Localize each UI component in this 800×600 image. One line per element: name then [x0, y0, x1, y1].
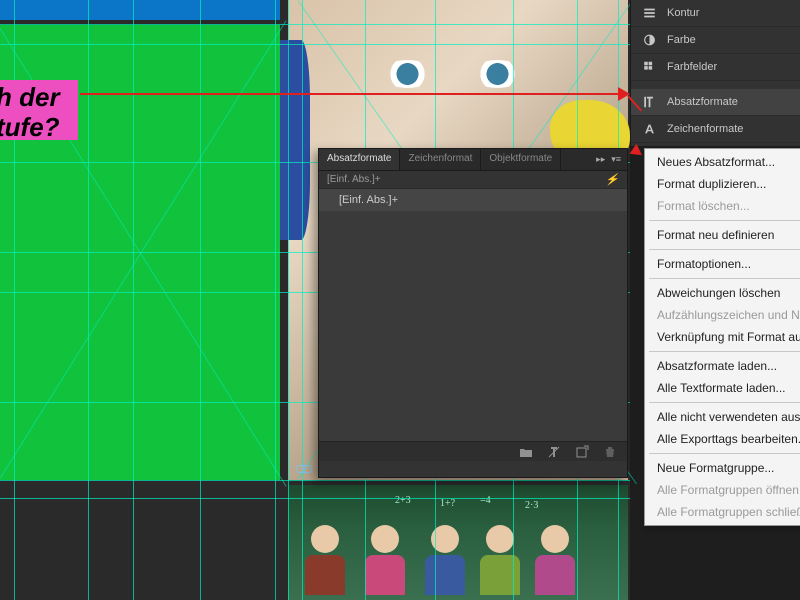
text-fragment[interactable]: tufe?	[0, 112, 60, 143]
panel-footer	[319, 441, 627, 461]
menu-separator	[649, 351, 800, 352]
side-panel-dock: Kontur Farbe Farbfelder Absatzformate Ze…	[630, 0, 800, 146]
image-detail	[360, 525, 410, 595]
image-detail	[530, 525, 580, 595]
paragraph-styles-icon	[641, 95, 657, 109]
collapse-icon[interactable]: ▸▸	[596, 154, 605, 165]
color-icon	[641, 33, 657, 47]
panel-row-absatzformate[interactable]: Absatzformate	[631, 89, 800, 116]
panel-label: Zeichenformate	[667, 123, 743, 135]
panel-label: Absatzformate	[667, 96, 738, 108]
char-styles-icon	[641, 122, 657, 136]
guide-horizontal[interactable]	[0, 498, 630, 499]
ctx-item[interactable]: Format neu definieren	[645, 224, 800, 246]
swatches-icon	[641, 60, 657, 74]
panel-label: Kontur	[667, 7, 699, 19]
ctx-item[interactable]: Neue Formatgruppe...	[645, 457, 800, 479]
image-detail	[280, 40, 310, 240]
guide-vertical[interactable]	[88, 0, 89, 600]
ctx-item[interactable]: Formatoptionen...	[645, 253, 800, 275]
guide-vertical[interactable]	[275, 0, 276, 600]
menu-separator	[649, 402, 800, 403]
stroke-icon	[641, 6, 657, 20]
tab-zeichenformat[interactable]: Zeichenformat	[400, 149, 481, 170]
chalk-text: 2+3	[395, 495, 411, 506]
guide-vertical[interactable]	[200, 0, 201, 600]
panel-row-farbe[interactable]: Farbe	[631, 27, 800, 54]
panel-row-farbfelder[interactable]: Farbfelder	[631, 54, 800, 81]
panel-label: Farbfelder	[667, 61, 717, 73]
ctx-item[interactable]: Absatzformate laden...	[645, 355, 800, 377]
quick-apply-icon[interactable]: ⚡	[605, 173, 619, 186]
chalk-text: 2·3	[525, 500, 538, 511]
current-style-label: [Einf. Abs.]+	[327, 174, 381, 185]
chalk-text: =4	[480, 495, 491, 506]
menu-separator	[649, 278, 800, 279]
new-style-icon[interactable]	[575, 445, 589, 459]
guide-horizontal[interactable]	[0, 480, 630, 481]
image-detail	[470, 60, 525, 88]
panel-row-kontur[interactable]: Kontur	[631, 0, 800, 27]
ctx-item[interactable]: Verknüpfung mit Format aufheben	[645, 326, 800, 348]
ctx-item: Aufzählungszeichen und Nummerierung in T…	[645, 304, 800, 326]
text-fragment[interactable]: h der	[0, 82, 60, 113]
tab-objektformate[interactable]: Objektformate	[481, 149, 561, 170]
image-detail	[420, 525, 470, 595]
menu-separator	[649, 220, 800, 221]
style-item[interactable]: [Einf. Abs.]+	[319, 189, 627, 211]
page-blue-region	[0, 0, 280, 20]
guide-vertical[interactable]	[302, 0, 303, 600]
panel-label: Farbe	[667, 34, 696, 46]
styles-list[interactable]: [Einf. Abs.]+	[319, 189, 627, 441]
ctx-item: Format löschen...	[645, 195, 800, 217]
menu-separator	[649, 453, 800, 454]
ctx-item: Alle Formatgruppen schließen	[645, 501, 800, 523]
ctx-item: Alle Formatgruppen öffnen	[645, 479, 800, 501]
ctx-item[interactable]: Alle Exporttags bearbeiten...	[645, 428, 800, 450]
ctx-item[interactable]: Alle Textformate laden...	[645, 377, 800, 399]
menu-separator	[649, 249, 800, 250]
guide-vertical[interactable]	[288, 0, 289, 600]
ctx-item[interactable]: Format duplizieren...	[645, 173, 800, 195]
ctx-item[interactable]: Alle nicht verwendeten auswählen	[645, 406, 800, 428]
image-detail	[475, 525, 525, 595]
annotation-arrow	[80, 93, 628, 95]
tab-absatzformate[interactable]: Absatzformate	[319, 149, 400, 170]
trash-icon	[603, 445, 617, 459]
image-detail	[380, 60, 435, 88]
absatzformate-panel[interactable]: Absatzformate Zeichenformat Objektformat…	[318, 148, 628, 478]
link-icon[interactable]	[296, 464, 312, 474]
chalk-text: 1+?	[440, 498, 455, 509]
panel-menu-icon[interactable]: ▾≡	[611, 154, 621, 165]
image-detail	[300, 525, 350, 595]
panel-tabs: Absatzformate Zeichenformat Objektformat…	[319, 149, 627, 171]
guide-horizontal[interactable]	[0, 44, 630, 45]
new-group-icon[interactable]	[519, 445, 533, 459]
clear-overrides-icon[interactable]	[547, 445, 561, 459]
ctx-item[interactable]: Abweichungen löschen	[645, 282, 800, 304]
guide-vertical[interactable]	[133, 0, 134, 600]
panel-context-menu: Neues Absatzformat...Format duplizieren.…	[644, 148, 800, 526]
ctx-item[interactable]: Neues Absatzformat...	[645, 151, 800, 173]
panel-row-zeichenformate[interactable]: Zeichenformate	[631, 116, 800, 143]
